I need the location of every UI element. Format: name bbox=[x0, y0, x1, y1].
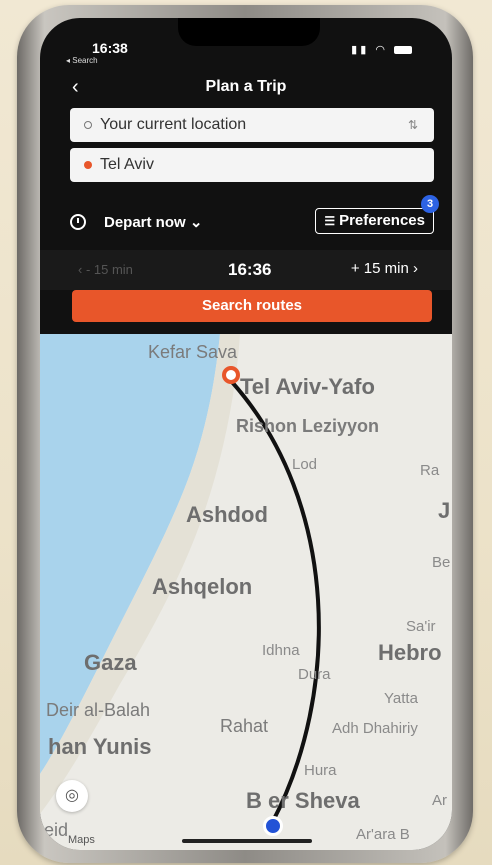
time-selector: ‹ - 15 min 16:36 + 15 min › bbox=[40, 250, 452, 290]
origin-text: Your current location bbox=[100, 116, 247, 133]
current-location-pin-icon[interactable] bbox=[263, 816, 283, 836]
origin-pin-icon[interactable] bbox=[222, 366, 240, 384]
map-label-beer-sheva: B er Sheva bbox=[246, 788, 360, 813]
signal-icon: ▮▮ bbox=[351, 44, 370, 56]
map-label-ar: Ar bbox=[432, 792, 447, 809]
nav-header: ‹ Plan a Trip bbox=[40, 68, 452, 102]
origin-field[interactable]: Your current location ⇅ bbox=[70, 108, 434, 142]
page-title: Plan a Trip bbox=[205, 78, 287, 95]
clock-icon bbox=[70, 214, 86, 230]
destination-text: Tel Aviv bbox=[100, 156, 154, 173]
wifi-icon: ◠ bbox=[375, 44, 388, 56]
depart-selector[interactable]: Depart now ⌄ bbox=[104, 213, 202, 231]
status-bar: 16:38 ◂ Search ▮▮ ◠ bbox=[40, 18, 452, 65]
notch bbox=[178, 18, 320, 46]
map-label-arara: Ar'ara B bbox=[356, 826, 410, 843]
map-label-yatta: Yatta bbox=[384, 690, 418, 707]
map-label-partial: eid bbox=[44, 820, 69, 840]
map-label-rishon: Rishon Leziyyon bbox=[236, 416, 380, 436]
preferences-badge: 3 bbox=[421, 195, 439, 213]
map-label-ashqelon: Ashqelon bbox=[152, 574, 253, 599]
preferences-label: Preferences bbox=[339, 212, 425, 229]
map-label-dura: Dura bbox=[298, 666, 331, 683]
map-label-kefar-sava: Kefar Sava bbox=[148, 342, 238, 362]
map-label-hura: Hura bbox=[304, 762, 337, 779]
search-routes-button[interactable]: Search routes bbox=[72, 290, 432, 322]
map-label-adh-dhahiriya: Adh Dhahiriy bbox=[332, 720, 418, 737]
destination-field[interactable]: Tel Aviv bbox=[70, 148, 434, 182]
map-view[interactable]: Kefar Sava Tel Aviv-Yafo Rishon Leziyyon… bbox=[40, 334, 452, 850]
map-label-be: Be bbox=[432, 554, 451, 571]
map-label-hebron: Hebro bbox=[378, 640, 442, 665]
map-label-gaza: Gaza bbox=[84, 650, 137, 675]
time-next-button[interactable]: + 15 min › bbox=[351, 260, 418, 277]
map-label-sair: Sa'ir bbox=[406, 618, 436, 635]
map-label-tel-aviv: Tel Aviv-Yafo bbox=[240, 374, 375, 399]
swap-icon[interactable]: ⇅ bbox=[408, 108, 418, 142]
destination-dot-icon bbox=[84, 161, 92, 169]
preferences-button[interactable]: ☰ Preferences 3 bbox=[315, 195, 439, 234]
sliders-icon: ☰ bbox=[324, 214, 336, 228]
options-row: Depart now ⌄ ☰ Preferences 3 bbox=[68, 195, 439, 236]
map-label-khan-yunis: han Yunis bbox=[48, 734, 152, 759]
map-label-lod: Lod bbox=[292, 456, 318, 473]
back-to-app-link[interactable]: ◂ Search bbox=[66, 56, 98, 65]
status-time: 16:38 bbox=[92, 40, 128, 56]
origin-dot-icon bbox=[84, 121, 92, 129]
route-line bbox=[230, 380, 321, 825]
status-icons: ▮▮ ◠ bbox=[351, 43, 412, 56]
map-label-deir-al-balah: Deir al-Balah bbox=[46, 700, 151, 720]
map-label-rahat: Rahat bbox=[220, 716, 269, 736]
battery-icon bbox=[394, 46, 412, 55]
map-label-ra: Ra bbox=[420, 462, 440, 479]
time-current: 16:36 bbox=[228, 260, 272, 279]
map-label-ashdod: Ashdod bbox=[186, 502, 268, 527]
map-label-j: J bbox=[438, 498, 451, 523]
time-prev-button[interactable]: ‹ - 15 min bbox=[78, 262, 133, 277]
maps-attribution: Maps bbox=[68, 834, 95, 846]
phone-screen: 16:38 ◂ Search ▮▮ ◠ ‹ Plan a Trip Your c… bbox=[40, 18, 452, 850]
locate-me-icon[interactable]: ◎ bbox=[56, 780, 88, 812]
home-indicator bbox=[182, 839, 312, 843]
map-label-idhna: Idhna bbox=[262, 642, 300, 659]
